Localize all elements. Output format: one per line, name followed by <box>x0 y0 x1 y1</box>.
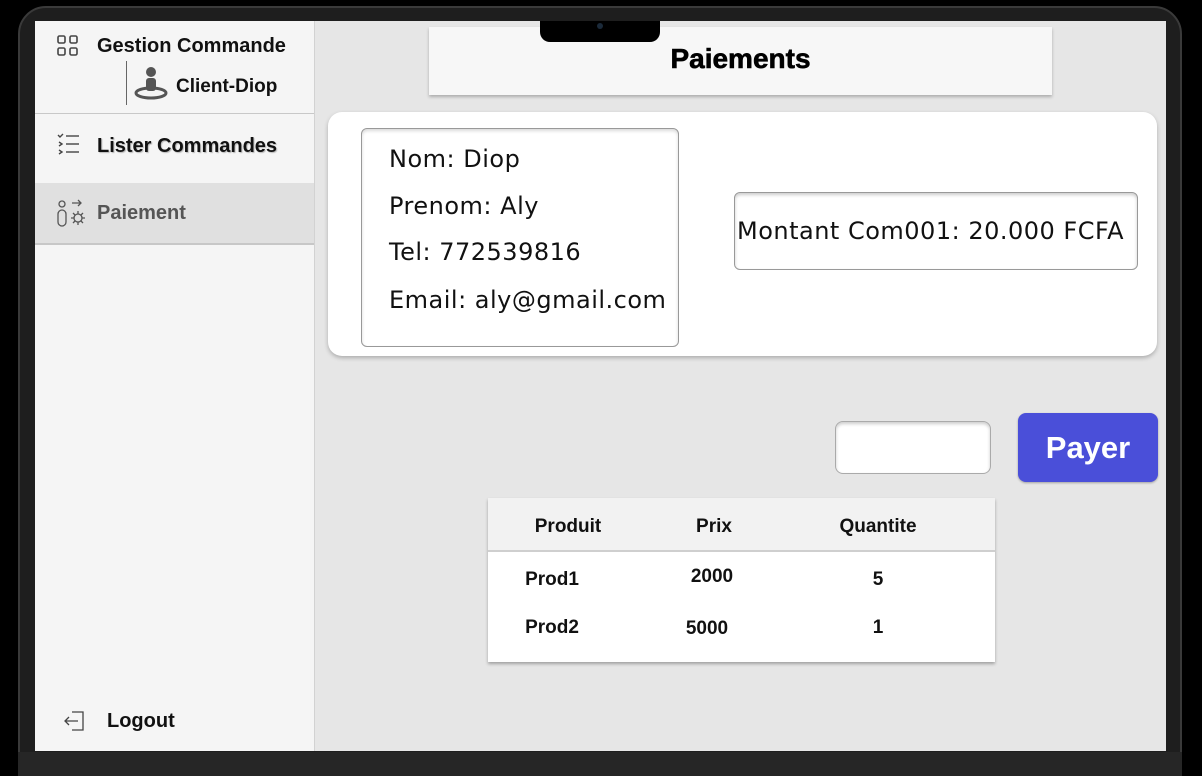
order-amount-box: Montant Com001: 20.000 FCFA <box>734 192 1138 270</box>
client-info-panel: Nom: Diop Prenom: Aly Tel: 772539816 Ema… <box>328 112 1157 356</box>
logout-button[interactable]: Logout <box>35 699 314 743</box>
cell-quantite: 1 <box>872 617 884 638</box>
column-header-produit: Produit <box>534 516 602 537</box>
list-icon <box>57 132 81 160</box>
page-header: Paiements <box>429 27 1052 95</box>
column-header-quantite: Quantite <box>839 516 917 537</box>
pay-button[interactable]: Payer <box>1018 413 1158 482</box>
cell-produit: Prod1 <box>525 569 579 590</box>
order-amount: Montant Com001: 20.000 FCFA <box>737 217 1124 245</box>
sidebar: Gestion Commande Client-Diop Lister Comm… <box>35 21 315 751</box>
app-title: Gestion Commande <box>97 35 286 57</box>
table-header: Produit Prix Quantite <box>488 498 995 552</box>
client-prenom: Prenom: Aly <box>389 192 539 220</box>
divider <box>126 61 127 105</box>
screen: Gestion Commande Client-Diop Lister Comm… <box>35 21 1166 751</box>
cell-quantite: 5 <box>872 569 884 590</box>
client-email: Email: aly@gmail.com <box>389 286 667 314</box>
cell-prix: 5000 <box>685 618 729 639</box>
sidebar-item-label: Paiement <box>97 202 186 224</box>
client-tel: Tel: 772539816 <box>389 238 582 266</box>
sidebar-item-label: Lister Commandes <box>97 135 278 157</box>
laptop-base <box>18 752 1182 776</box>
cell-prix: 2000 <box>690 566 734 587</box>
client-details-box: Nom: Diop Prenom: Aly Tel: 772539816 Ema… <box>361 128 679 347</box>
payment-icon <box>57 199 89 233</box>
sidebar-brand: Gestion Commande Client-Diop <box>35 21 314 114</box>
logout-label: Logout <box>107 710 175 732</box>
camera-icon <box>597 23 603 29</box>
camera-notch <box>540 21 660 42</box>
logout-icon <box>63 709 87 737</box>
user-location-icon <box>133 65 169 105</box>
column-header-prix: Prix <box>696 516 732 537</box>
client-nom: Nom: Diop <box>389 145 521 173</box>
payment-amount-input[interactable] <box>835 421 991 474</box>
products-table: Produit Prix Quantite Prod1 2000 5 Prod2… <box>488 498 995 662</box>
grid-icon <box>57 35 79 61</box>
sidebar-item-paiement[interactable]: Paiement <box>35 183 314 245</box>
sidebar-item-lister-commandes[interactable]: Lister Commandes <box>35 116 314 176</box>
cell-produit: Prod2 <box>525 617 579 638</box>
client-name: Client-Diop <box>176 76 278 97</box>
page-title: Paiements <box>670 43 811 75</box>
